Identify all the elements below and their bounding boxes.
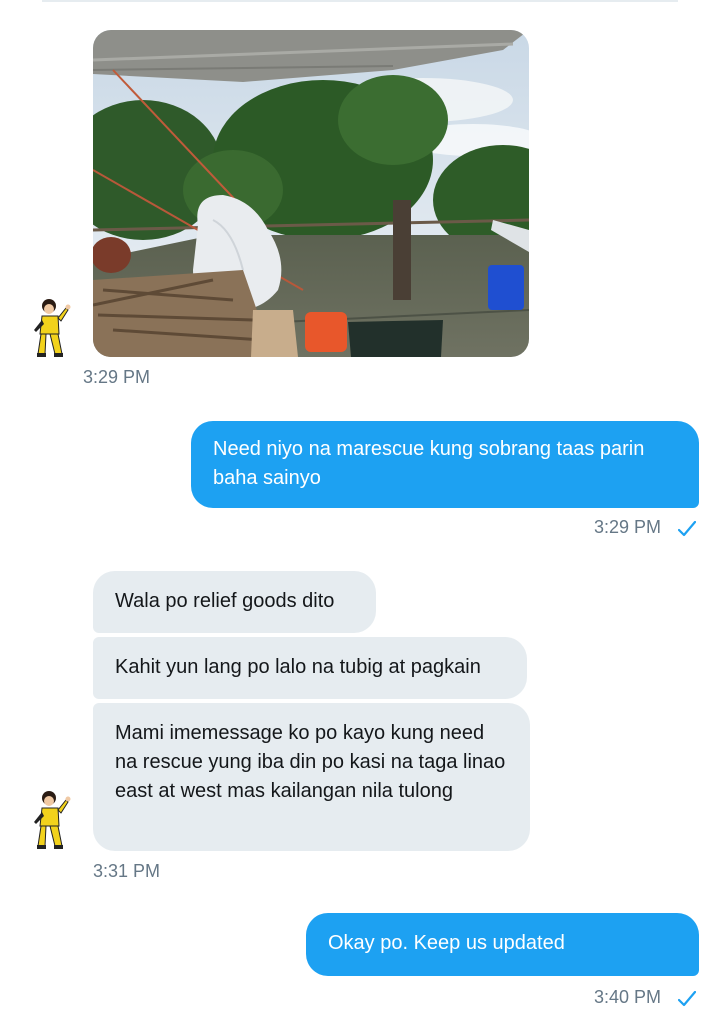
dm-conversation: 3:29 PM Need niyo na marescue kung sobra… <box>0 0 720 1013</box>
message-photo[interactable] <box>93 30 529 357</box>
outgoing-message-bubble[interactable]: Okay po. Keep us updated <box>306 913 699 976</box>
message-timestamp: 3:40 PM <box>594 987 662 1007</box>
avatar-figure-icon <box>34 791 71 849</box>
sender-avatar[interactable] <box>32 788 74 850</box>
divider <box>42 0 678 2</box>
message-text: Need niyo na marescue kung sobrang taas … <box>213 438 645 489</box>
message-text: Wala po relief goods dito <box>115 590 335 612</box>
avatar-figure-icon <box>34 299 71 357</box>
incoming-message-bubble[interactable]: Mami imemessage ko po kayo kung need na … <box>93 703 530 851</box>
message-timestamp: 3:31 PM <box>93 861 161 881</box>
message-timestamp: 3:29 PM <box>594 517 662 537</box>
message-text: Okay po. Keep us updated <box>328 932 565 954</box>
checkmark-icon <box>678 991 696 1007</box>
outgoing-message-bubble[interactable]: Need niyo na marescue kung sobrang taas … <box>191 421 699 508</box>
message-text: Kahit yun lang po lalo na tubig at pagka… <box>115 656 481 678</box>
checkmark-icon <box>678 521 696 537</box>
rooftop-photo-image <box>93 30 529 357</box>
message-timestamp: 3:29 PM <box>83 367 151 387</box>
sender-avatar[interactable] <box>32 296 74 358</box>
incoming-message-bubble[interactable]: Kahit yun lang po lalo na tubig at pagka… <box>93 637 527 699</box>
message-text: Mami imemessage ko po kayo kung need na … <box>115 722 506 802</box>
incoming-message-bubble[interactable]: Wala po relief goods dito <box>93 571 376 633</box>
